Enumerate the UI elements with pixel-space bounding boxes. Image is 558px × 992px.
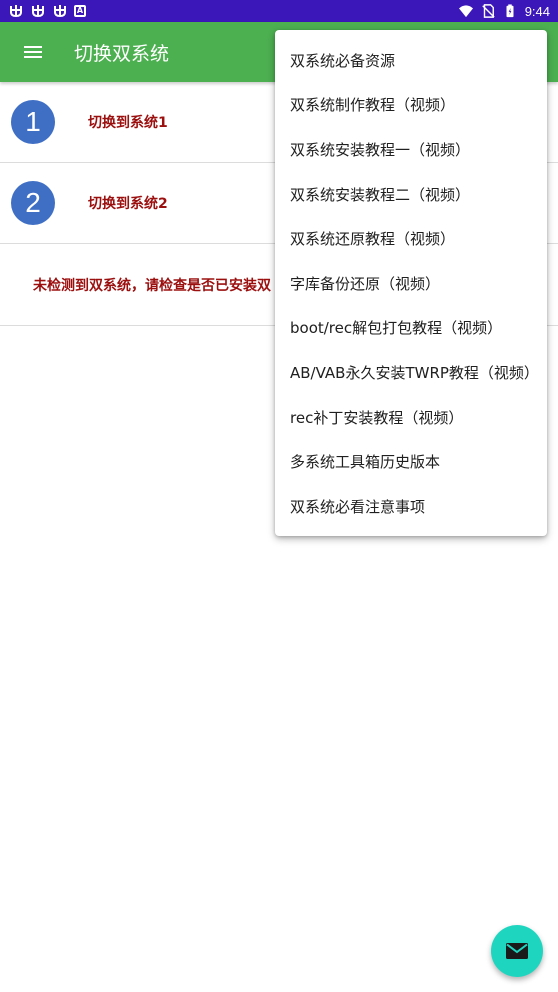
no-sim-icon bbox=[481, 4, 495, 18]
mail-fab-button[interactable] bbox=[491, 925, 543, 977]
menu-item-restore-tutorial[interactable]: 双系统还原教程（视频） bbox=[275, 216, 547, 261]
menu-item-resources[interactable]: 双系统必备资源 bbox=[275, 38, 547, 83]
overflow-menu: 双系统必备资源 双系统制作教程（视频） 双系统安装教程一（视频） 双系统安装教程… bbox=[275, 30, 547, 536]
number-badge: 2 bbox=[11, 181, 55, 225]
wifi-icon bbox=[458, 5, 473, 18]
menu-item-boot-rec[interactable]: boot/rec解包打包教程（视频） bbox=[275, 306, 547, 351]
status-bar: A 9:44 bbox=[0, 0, 558, 22]
menu-item-rec-patch[interactable]: rec补丁安装教程（视频） bbox=[275, 395, 547, 440]
menu-item-twrp[interactable]: AB/VAB永久安装TWRP教程（视频） bbox=[275, 350, 547, 395]
number-badge: 1 bbox=[11, 100, 55, 144]
menu-item-font-backup[interactable]: 字库备份还原（视频） bbox=[275, 261, 547, 306]
status-notifications: A bbox=[8, 3, 86, 19]
bug-icon bbox=[32, 5, 44, 18]
bug-icon bbox=[54, 5, 66, 18]
menu-item-install-tutorial-1[interactable]: 双系统安装教程一（视频） bbox=[275, 127, 547, 172]
mail-icon bbox=[506, 943, 528, 959]
page-title: 切换双系统 bbox=[74, 42, 170, 65]
warning-text: 未检测到双系统，请检查是否已安装双 bbox=[33, 277, 271, 294]
screen: A 9:44 切换双系统 1 切换到系统1 2 切换到系统2 未检测到双系统，请… bbox=[0, 0, 558, 992]
clock: 9:44 bbox=[524, 3, 550, 19]
menu-item-history-versions[interactable]: 多系统工具箱历史版本 bbox=[275, 439, 547, 484]
menu-item-make-tutorial[interactable]: 双系统制作教程（视频） bbox=[275, 83, 547, 128]
list-item-label: 切换到系统1 bbox=[88, 115, 168, 131]
menu-item-install-tutorial-2[interactable]: 双系统安装教程二（视频） bbox=[275, 172, 547, 217]
list-item-label: 切换到系统2 bbox=[88, 196, 168, 212]
battery-icon bbox=[506, 4, 514, 18]
menu-item-notes[interactable]: 双系统必看注意事项 bbox=[275, 484, 547, 529]
bug-icon bbox=[10, 5, 22, 18]
status-system: 9:44 bbox=[458, 3, 550, 19]
a-icon: A bbox=[74, 5, 86, 17]
hamburger-menu-icon[interactable] bbox=[16, 35, 50, 69]
